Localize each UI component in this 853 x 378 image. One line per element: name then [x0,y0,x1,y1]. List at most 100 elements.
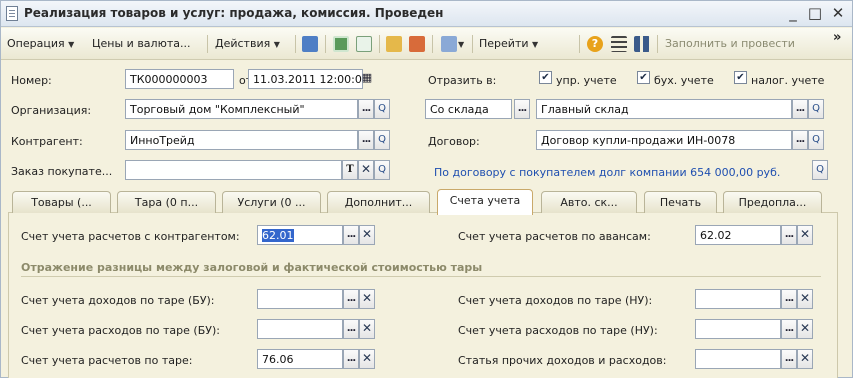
contractor-field[interactable]: ИнноТрейд [125,130,358,150]
income-bu-select-button[interactable]: ... [343,289,359,309]
fill-and-post-button[interactable]: Заполнить и провести [665,37,795,50]
organization-label: Организация: [11,104,92,117]
title-bar: Реализация товаров и услуг: продажа, ком… [1,1,852,27]
close-button[interactable]: ✕ [829,4,847,22]
warehouse-mode-button[interactable]: ... [514,99,530,119]
organization-select-button[interactable]: ... [358,99,374,119]
operation-menu[interactable]: Операция ▼ [7,37,74,50]
other-income-expense-select-button[interactable]: ... [781,349,797,369]
income-bu-field[interactable] [257,289,343,309]
income-nu-clear-icon[interactable]: ✕ [797,289,813,309]
tare-settlement-field[interactable]: 76.06 [257,349,343,369]
prices-currency-button[interactable]: Цены и валюта... [92,37,190,50]
organization-open-icon[interactable]: Q [374,99,390,119]
contract-select-button[interactable]: ... [792,130,808,150]
contractor-account-label: Счет учета расчетов с контрагентом: [21,230,240,243]
tab-auto-discounts[interactable]: Авто. ск... [541,191,637,213]
contract-open-icon[interactable]: Q [808,130,824,150]
contract-field[interactable]: Договор купли-продажи ИН-0078 [536,130,792,150]
reflect-label: Отразить в: [428,74,497,87]
tab-goods[interactable]: Товары (... [12,191,111,213]
settings-icon[interactable] [634,36,650,52]
warehouse-mode-field[interactable]: Со склада [425,99,512,119]
calendar-icon[interactable]: ▦ [361,69,373,89]
tab-tare[interactable]: Тара (0 п... [117,191,216,213]
more-commands-icon[interactable]: » [833,30,841,45]
expense-nu-clear-icon[interactable]: ✕ [797,319,813,339]
window-title: Реализация товаров и услуг: продажа, ком… [24,6,444,20]
refresh-icon[interactable] [333,36,349,52]
warehouse-select-button[interactable]: ... [792,99,808,119]
tab-additional[interactable]: Дополнит... [327,191,430,213]
other-income-expense-field[interactable] [695,349,781,369]
contractor-label: Контрагент: [11,135,83,148]
income-nu-label: Счет учета доходов по таре (НУ): [458,294,653,307]
dropdown-arrow-icon: ▼ [532,40,539,49]
advances-account-select-button[interactable]: ... [781,225,797,245]
tare-settlement-select-button[interactable]: ... [343,349,359,369]
expense-bu-clear-icon[interactable]: ✕ [359,319,375,339]
tab-print[interactable]: Печать [644,191,717,213]
customer-order-open-icon[interactable]: Q [374,160,390,180]
contractor-select-button[interactable]: ... [358,130,374,150]
debt-details-icon[interactable]: Q [812,160,828,180]
organization-field[interactable]: Торговый дом "Комплексный" [125,99,358,119]
tare-settlement-clear-icon[interactable]: ✕ [359,349,375,369]
customer-order-label: Заказ покупате... [11,165,113,178]
dropdown-arrow-icon[interactable]: ▼ [458,40,464,49]
contract-label: Договор: [428,135,480,148]
minimize-button[interactable]: _ [784,4,802,22]
dropdown-arrow-icon: ▼ [273,40,280,49]
help-icon[interactable]: ? [587,36,603,52]
tare-settlement-label: Счет учета расчетов по таре: [21,354,193,367]
date-field[interactable]: 11.03.2011 12:00:00 [248,69,363,89]
tab-services[interactable]: Услуги (0 ... [222,191,321,213]
clear-order-icon[interactable]: ✕ [358,160,374,180]
contractor-account-clear-icon[interactable]: ✕ [359,225,375,245]
income-bu-clear-icon[interactable]: ✕ [359,289,375,309]
warehouse-field[interactable]: Главный склад [536,99,792,119]
income-nu-select-button[interactable]: ... [781,289,797,309]
bookkeeping-checkbox[interactable]: ✔ [637,71,650,84]
create-based-on-icon[interactable] [441,36,457,52]
income-nu-field[interactable] [695,289,781,309]
post-document-icon[interactable] [302,36,318,52]
contract-debt-link[interactable]: По договору с покупателем долг компании … [434,166,780,179]
actions-menu[interactable]: Действия ▼ [215,37,280,50]
structure-icon[interactable] [409,36,425,52]
expense-bu-field[interactable] [257,319,343,339]
maximize-button[interactable]: □ [806,4,824,22]
goto-menu[interactable]: Перейти ▼ [479,37,538,50]
advances-account-field[interactable]: 62.02 [695,225,781,245]
list-view-icon[interactable] [611,36,627,52]
tare-difference-section-title: Отражение разницы между залоговой и факт… [21,261,483,274]
expense-nu-label: Счет учета расходов по таре (НУ): [458,324,658,337]
document-window: Реализация товаров и услуг: продажа, ком… [0,0,853,378]
section-divider [21,276,821,277]
contractor-account-field[interactable]: 62.01 [257,225,343,245]
mgmt-accounting-label: упр. учете [556,74,617,87]
copy-icon[interactable] [356,36,372,52]
document-icon [6,6,18,21]
expense-nu-select-button[interactable]: ... [781,319,797,339]
mgmt-accounting-checkbox[interactable]: ✔ [539,71,552,84]
expense-bu-select-button[interactable]: ... [343,319,359,339]
toolbar: Операция ▼ Цены и валюта... Действия ▼ ▼… [1,28,852,60]
document-movements-icon[interactable] [386,36,402,52]
customer-order-field[interactable] [125,160,342,180]
number-label: Номер: [11,74,52,87]
type-select-icon[interactable]: T [342,160,358,180]
other-income-expense-clear-icon[interactable]: ✕ [797,349,813,369]
tax-accounting-label: налог. учете [751,74,825,87]
tab-prepayment[interactable]: Предопла... [723,191,822,213]
warehouse-open-icon[interactable]: Q [808,99,824,119]
number-field[interactable]: ТК000000003 [125,69,234,89]
tax-accounting-checkbox[interactable]: ✔ [734,71,747,84]
tab-accounts[interactable]: Счета учета [437,189,533,215]
expense-bu-label: Счет учета расходов по таре (БУ): [21,324,220,337]
contractor-open-icon[interactable]: Q [374,130,390,150]
contractor-account-select-button[interactable]: ... [343,225,359,245]
expense-nu-field[interactable] [695,319,781,339]
income-bu-label: Счет учета доходов по таре (БУ): [21,294,215,307]
advances-account-clear-icon[interactable]: ✕ [797,225,813,245]
